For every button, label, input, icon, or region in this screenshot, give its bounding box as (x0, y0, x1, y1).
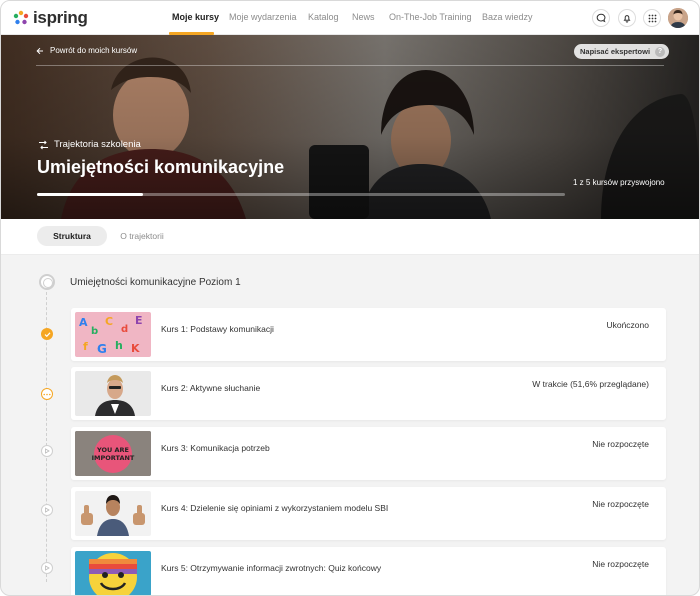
learning-path-icon (39, 140, 48, 149)
user-avatar[interactable] (668, 8, 688, 28)
play-icon (41, 445, 53, 457)
path-progress-fill (37, 193, 143, 196)
course-card[interactable]: Kurs 4: Dzielenie się opiniami z wykorzy… (71, 487, 666, 540)
path-progress-text: 1 z 5 kursów przyswojono (573, 178, 665, 187)
svg-text:d: d (121, 324, 128, 335)
nav-item-baza-wiedzy[interactable]: Baza wiedzy (482, 12, 533, 22)
course-name: Kurs 1: Podstawy komunikacji (161, 324, 274, 334)
course-status: Nie rozpoczęte (592, 559, 649, 569)
back-to-courses-link[interactable]: Powrót do moich kursów (36, 46, 137, 55)
completed-check-icon (41, 328, 53, 340)
course-card[interactable]: Kurs 2: Aktywne słuchanie W trakcie (51,… (71, 367, 666, 420)
top-navigation: ispring Moje kursy Moje wydarzenia Katal… (1, 1, 699, 35)
svg-text:h: h (115, 339, 123, 352)
course-thumbnail-letters: A b C d E f G h K (75, 312, 151, 357)
course-name: Kurs 2: Aktywne słuchanie (161, 383, 261, 393)
course-status: Nie rozpoczęte (592, 499, 649, 509)
svg-text:C: C (105, 315, 113, 328)
tab-struktura[interactable]: Struktura (37, 226, 107, 246)
nav-item-moje-wydarzenia[interactable]: Moje wydarzenia (229, 12, 297, 22)
ispring-logo[interactable]: ispring (13, 8, 88, 28)
play-icon (41, 504, 53, 516)
ask-expert-label: Napisać ekspertowi (580, 47, 651, 56)
course-name: Kurs 5: Otrzymywanie informacji zwrotnyc… (161, 563, 382, 573)
in-progress-icon (41, 388, 53, 400)
course-status: Ukończono (606, 320, 649, 330)
hero-divider (36, 65, 664, 66)
course-thumbnail-man-listening (75, 371, 151, 416)
hero-banner: Powrót do moich kursów Napisać ekspertow… (1, 35, 699, 219)
nav-item-katalog[interactable]: Katalog (308, 12, 339, 22)
svg-text:K: K (131, 342, 140, 355)
module-title: Umiejętności komunikacyjne Poziom 1 (70, 277, 241, 288)
nav-item-news[interactable]: News (352, 12, 375, 22)
tabs-bar: Struktura O trajektorii (1, 219, 699, 255)
hero-overlay (1, 35, 699, 219)
course-thumbnail-smiley (75, 551, 151, 595)
svg-text:f: f (83, 340, 88, 353)
back-link-label: Powrót do moich kursów (50, 46, 138, 55)
learning-path-label: Trajektoria szkolenia (54, 139, 141, 150)
brand-name: ispring (33, 8, 88, 27)
chat-button[interactable] (592, 9, 610, 27)
play-icon (41, 562, 53, 574)
arrow-left-icon (36, 47, 43, 54)
ispring-flower-icon (13, 10, 29, 25)
tab-o-trajektorii[interactable]: O trajektorii (111, 226, 173, 246)
course-name: Kurs 3: Komunikacja potrzeb (161, 443, 270, 453)
course-card[interactable]: YOU ARE IMPORTANT Kurs 3: Komunikacja po… (71, 427, 666, 480)
course-card[interactable]: A b C d E f G h K Kurs 1: Podstawy komun… (71, 308, 666, 361)
ask-expert-button[interactable]: Napisać ekspertowi ? (574, 44, 670, 59)
course-status: Nie rozpoczęte (592, 439, 649, 449)
nav-item-on-the-job-training[interactable]: On-The-Job Training (389, 12, 472, 22)
svg-text:G: G (97, 342, 107, 356)
course-thumbnail-thumbs-up (75, 491, 151, 536)
svg-text:b: b (91, 326, 98, 337)
path-progress-bar (37, 193, 565, 196)
page-title: Umiejętności komunikacyjne (37, 157, 285, 177)
thumb-text-line-2: IMPORTANT (92, 454, 135, 462)
chat-icon (596, 13, 606, 23)
svg-text:E: E (135, 314, 143, 327)
avatar-image (668, 8, 688, 28)
apps-grid-icon (648, 14, 656, 22)
learning-path-tag: Trajektoria szkolenia (38, 139, 141, 150)
course-thumbnail-you-are-important: YOU ARE IMPORTANT (75, 431, 151, 476)
module-marker-icon (39, 274, 55, 290)
question-icon: ? (655, 46, 666, 57)
apps-button[interactable] (643, 9, 661, 27)
course-card[interactable]: Kurs 5: Otrzymywanie informacji zwrotnyc… (71, 547, 666, 595)
nav-item-moje-kursy[interactable]: Moje kursy (172, 12, 219, 22)
notifications-button[interactable] (618, 9, 636, 27)
course-name: Kurs 4: Dzielenie się opiniami z wykorzy… (161, 503, 389, 513)
thumb-text-line-1: YOU ARE (96, 446, 129, 454)
course-status: W trakcie (51,6% przeglądane) (532, 379, 649, 389)
svg-text:A: A (79, 316, 88, 329)
bell-icon (623, 15, 631, 23)
app-window: ispring Moje kursy Moje wydarzenia Katal… (0, 0, 700, 596)
